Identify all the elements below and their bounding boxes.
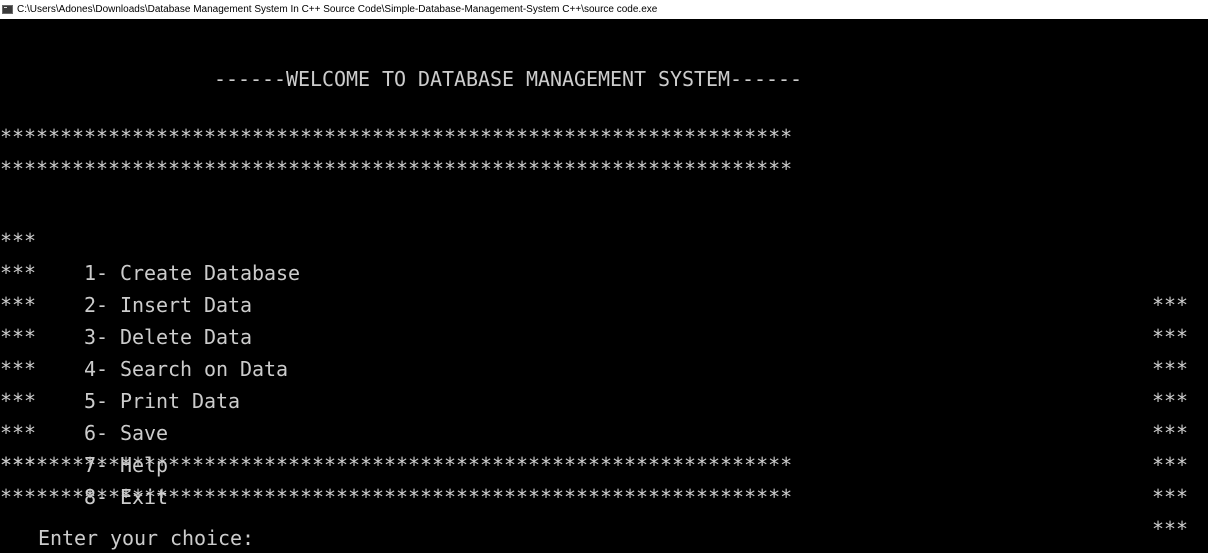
stars-divider: ****************************************… [0,157,793,181]
window-title: C:\Users\Adones\Downloads\Database Manag… [17,4,658,15]
menu-row: *** 5- Print Data *** [0,321,1208,445]
welcome-heading: ------WELCOME TO DATABASE MANAGEMENT SYS… [214,67,803,91]
choice-prompt: Enter your choice: [38,526,255,550]
row-border-right: *** [1152,485,1189,509]
title-bar[interactable]: C:\Users\Adones\Downloads\Database Manag… [0,0,1208,19]
menu-row: *** 8- Exit *** [0,417,1208,541]
console-app-icon[interactable] [2,5,13,14]
menu-row: *** 6- Save *** [0,353,1208,477]
menu-row: *** 2- Insert Data *** [0,225,1208,349]
stars-divider: ****************************************… [0,453,793,477]
console-output[interactable]: ------WELCOME TO DATABASE MANAGEMENT SYS… [0,19,1208,553]
menu-row: *** 4- Search on Data *** [0,289,1208,413]
menu-row: *** 3- Delete Data *** [0,257,1208,381]
menu-row: *** 1- Create Database *** [0,193,1208,317]
row-border-right: *** [1152,517,1189,541]
menu-row: *** 7- Help *** [0,385,1208,509]
row-border-right: *** [1152,453,1189,477]
console-window[interactable]: C:\Users\Adones\Downloads\Database Manag… [0,0,1208,553]
stars-divider: ****************************************… [0,125,793,149]
stars-divider: ****************************************… [0,485,793,509]
